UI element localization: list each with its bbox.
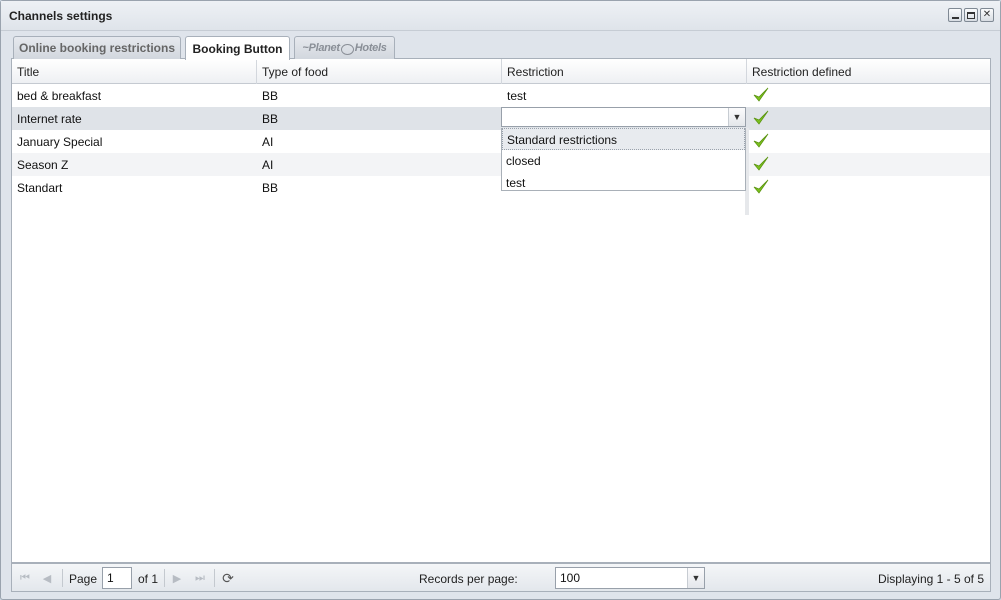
cell-food: AI xyxy=(262,158,274,172)
restriction-combo-editor[interactable]: ▼ xyxy=(501,107,746,127)
checkmark-icon xyxy=(753,179,769,194)
window-title: Channels settings xyxy=(9,9,113,23)
next-page-icon[interactable]: ▶ xyxy=(169,571,185,585)
checkmark-icon xyxy=(753,110,769,125)
column-header-restriction[interactable]: Restriction xyxy=(502,59,747,84)
toolbar-separator xyxy=(164,569,165,587)
toolbar-separator xyxy=(214,569,215,587)
tab-booking-button[interactable]: Booking Button xyxy=(185,36,290,60)
records-per-page-value: 100 xyxy=(560,571,581,585)
checkmark-icon xyxy=(753,87,769,102)
previous-page-icon[interactable]: ◀ xyxy=(39,571,55,585)
window-titlebar[interactable]: Channels settings ✕ xyxy=(1,1,1000,31)
paging-toolbar: ⏮ ◀ Page of 1 ▶ ⏭ ⟳ Records per page: 10… xyxy=(11,563,991,592)
grid-header: Title Type of food Restriction Restricti… xyxy=(12,59,990,84)
planet-logo-left: ~Planet xyxy=(302,42,340,54)
dropdown-option-standard-restrictions[interactable]: Standard restrictions xyxy=(502,128,745,150)
maximize-icon[interactable] xyxy=(964,8,978,22)
minimize-icon[interactable] xyxy=(948,8,962,22)
cell-title: January Special xyxy=(17,135,103,149)
checkmark-icon xyxy=(753,156,769,171)
restriction-dropdown-list: Standard restrictions closed test xyxy=(501,128,746,191)
cell-food: BB xyxy=(262,181,279,195)
tab-strip: Online booking restrictions Booking Butt… xyxy=(11,34,991,60)
globe-icon xyxy=(340,43,354,55)
close-icon[interactable]: ✕ xyxy=(980,8,994,22)
cell-food: BB xyxy=(262,112,279,126)
page-label: Page xyxy=(69,572,98,586)
window-tools: ✕ xyxy=(948,8,994,22)
last-page-icon[interactable]: ⏭ xyxy=(192,571,208,585)
planet-logo-right: Hotels xyxy=(354,42,387,54)
tab-planet-hotels[interactable]: ~Planet Hotels xyxy=(294,36,395,59)
chevron-down-icon[interactable]: ▼ xyxy=(687,568,704,588)
displaying-records-text: Displaying 1 - 5 of 5 xyxy=(877,572,984,586)
dropdown-option-closed[interactable]: closed xyxy=(502,150,745,172)
tab-label: Online booking restrictions xyxy=(18,41,176,55)
refresh-icon[interactable]: ⟳ xyxy=(220,570,236,586)
cell-food: BB xyxy=(262,89,279,103)
column-header-type-of-food[interactable]: Type of food xyxy=(257,59,502,84)
chevron-down-icon[interactable]: ▼ xyxy=(728,108,745,126)
toolbar-separator xyxy=(62,569,63,587)
dropdown-option-test[interactable]: test xyxy=(502,172,745,190)
page-count-label: of 1 xyxy=(138,572,159,586)
first-page-icon[interactable]: ⏮ xyxy=(17,571,33,585)
cell-title: Internet rate xyxy=(17,112,82,126)
cell-restriction[interactable]: test xyxy=(502,84,531,107)
column-header-restriction-defined[interactable]: Restriction defined xyxy=(747,59,990,84)
table-row[interactable]: bed & breakfast BB test xyxy=(12,84,990,107)
cell-title: bed & breakfast xyxy=(17,89,102,103)
table-row[interactable]: Internet rate BB ▼ xyxy=(12,107,990,130)
channels-settings-window: Channels settings ✕ Online booking restr… xyxy=(0,0,1001,600)
page-number-input[interactable] xyxy=(102,567,132,589)
records-per-page-select[interactable]: 100 ▼ xyxy=(555,567,705,589)
tab-label: Booking Button xyxy=(192,41,283,56)
tab-online-booking-restrictions[interactable]: Online booking restrictions xyxy=(13,36,181,59)
cell-title: Season Z xyxy=(17,158,69,172)
checkmark-icon xyxy=(753,133,769,148)
cell-food: AI xyxy=(262,135,274,149)
column-header-title[interactable]: Title xyxy=(12,59,257,84)
records-per-page-label: Records per page: xyxy=(419,572,518,586)
cell-title: Standart xyxy=(17,181,63,195)
